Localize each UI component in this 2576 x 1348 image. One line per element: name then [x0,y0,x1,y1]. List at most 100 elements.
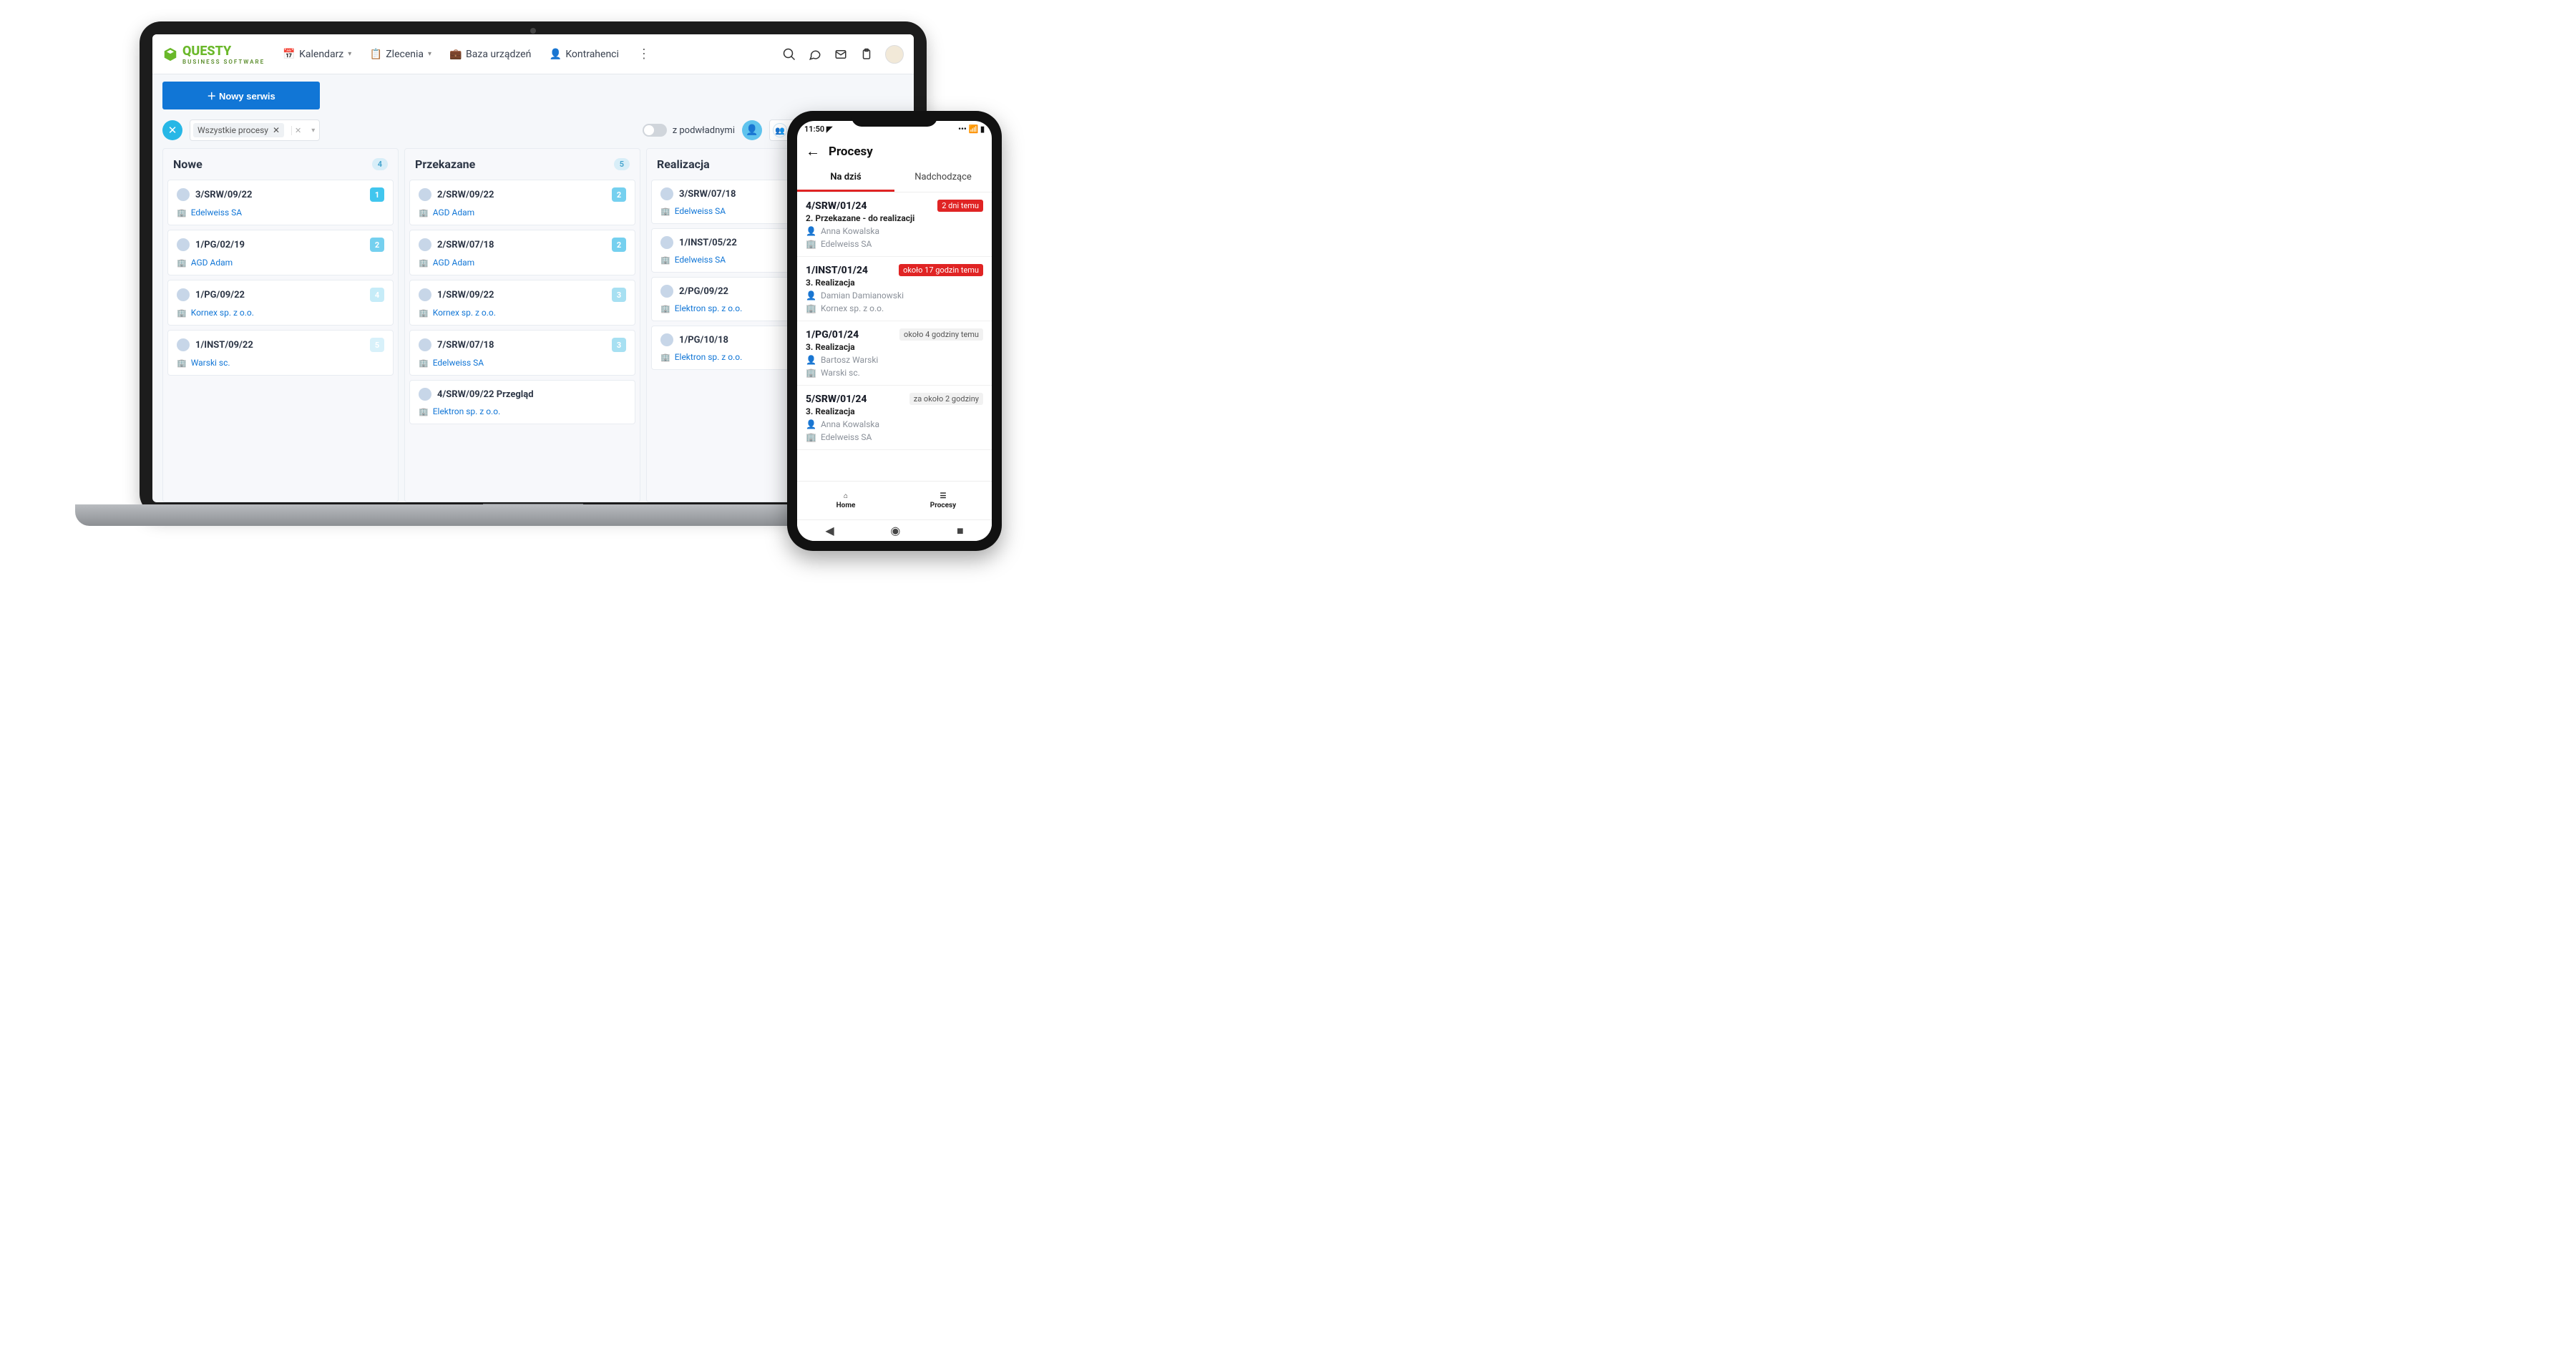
clear-filters-button[interactable]: ✕ [162,120,182,140]
tab-upcoming[interactable]: Nadchodzące [894,165,992,192]
mobile-process-list[interactable]: 4/SRW/01/24 2 dni temu 2. Przekazane - d… [797,192,992,481]
kanban-card[interactable]: 1/PG/09/22 4 🏢 Kornex sp. z o.o. [167,280,394,326]
kanban-column: Nowe4 3/SRW/09/22 1 🏢 Edelweiss SA 1/PG/… [162,148,399,502]
process-person: Anna Kowalska [821,419,879,429]
process-filter[interactable]: Wszystkie procesy ✕ ✕ ▾ [190,119,320,141]
building-icon: 🏢 [660,353,670,362]
briefcase-icon: 💼 [450,49,462,60]
list-icon: ☰ [940,492,947,500]
back-icon[interactable]: ← [806,142,820,160]
bottom-nav: ⌂ Home ☰ Procesy [797,481,992,519]
search-icon[interactable] [782,47,796,62]
card-company[interactable]: Elektron sp. z o.o. [675,303,743,313]
process-id: 5/SRW/01/24 [806,394,867,405]
home-icon: ⌂ [844,492,848,500]
assignee-avatar [660,285,673,298]
kanban-card[interactable]: 1/PG/02/19 2 🏢 AGD Adam [167,230,394,275]
building-icon: 🏢 [177,358,187,368]
mobile-app: 11:50 ◤ ••• 📶 ▮ ← Procesy Na dziś Nadcho… [797,121,992,541]
column-header[interactable]: Przekazane5 [405,149,640,180]
subordinates-toggle[interactable]: z podwładnymi [643,124,735,137]
process-item[interactable]: 1/PG/01/24 około 4 godziny temu 3. Reali… [797,321,992,386]
nav-contractors[interactable]: 👤 Kontrahenci [550,47,619,62]
assignee-avatar [419,188,431,201]
mobile-title: Procesy [829,145,873,159]
mobile-tabs: Na dziś Nadchodzące [797,165,992,192]
user-avatar[interactable] [885,45,904,64]
android-nav-bar: ◀ ◉ ■ [797,519,992,541]
process-item[interactable]: 5/SRW/01/24 za około 2 godziny 3. Realiz… [797,386,992,450]
card-company[interactable]: Warski sc. [191,358,230,368]
user-filter-1[interactable]: 👤 [742,120,762,140]
android-recents-icon[interactable]: ■ [957,524,964,538]
bottom-nav-procesy-label: Procesy [930,502,956,509]
process-status: 3. Realizacja [806,406,983,416]
kanban-card[interactable]: 3/SRW/09/22 1 🏢 Edelweiss SA [167,180,394,225]
assignee-avatar [177,238,190,251]
phone-mock: 11:50 ◤ ••• 📶 ▮ ← Procesy Na dziś Nadcho… [787,111,1002,551]
building-icon: 🏢 [660,207,670,216]
close-icon[interactable]: ✕ [273,125,280,135]
card-company[interactable]: Edelweiss SA [191,207,242,218]
kanban-card[interactable]: 1/SRW/09/22 3 🏢 Kornex sp. z o.o. [409,280,635,326]
bottom-nav-procesy[interactable]: ☰ Procesy [894,482,992,519]
status-time: 11:50 [804,124,824,134]
kanban-card[interactable]: 4/SRW/09/22 Przegląd 🏢 Elektron sp. z o.… [409,380,635,424]
card-id: 1/INST/09/22 [195,340,253,351]
kanban-card[interactable]: 7/SRW/07/18 3 🏢 Edelweiss SA [409,330,635,376]
column-cards: 3/SRW/09/22 1 🏢 Edelweiss SA 1/PG/02/19 … [163,180,398,381]
time-badge: 2 dni temu [937,200,983,212]
card-company[interactable]: Edelweiss SA [675,255,726,265]
nav-calendar[interactable]: 📅 Kalendarz ▾ [283,47,351,62]
column-header[interactable]: Nowe4 [163,149,398,180]
card-company[interactable]: AGD Adam [191,258,233,268]
mobile-header: ← Procesy [797,135,992,165]
card-company[interactable]: AGD Adam [433,207,474,218]
new-service-button[interactable]: ＋ Nowy serwis [162,82,320,109]
card-company[interactable]: Edelweiss SA [675,206,726,216]
group-icon: 👥 [773,123,787,137]
assignee-avatar [660,333,673,346]
card-company[interactable]: Kornex sp. z o.o. [191,308,254,318]
card-company[interactable]: AGD Adam [433,258,474,268]
clipboard-icon[interactable] [859,47,874,62]
chat-icon[interactable] [808,47,822,62]
laptop-camera [530,28,536,34]
process-item[interactable]: 1/INST/01/24 około 17 godzin temu 3. Rea… [797,257,992,321]
clear-icon[interactable]: ✕ [291,126,304,135]
building-icon: 🏢 [177,308,187,318]
bottom-nav-home[interactable]: ⌂ Home [797,482,894,519]
tab-today[interactable]: Na dziś [797,165,894,192]
card-company[interactable]: Elektron sp. z o.o. [675,352,743,362]
kanban-card[interactable]: 2/SRW/07/18 2 🏢 AGD Adam [409,230,635,275]
app-logo[interactable]: QUESTY BUSINESS SOFTWARE [162,44,265,65]
card-id: 2/PG/09/22 [679,286,728,297]
assignee-avatar [660,187,673,200]
switch[interactable] [643,124,667,137]
card-company[interactable]: Edelweiss SA [433,358,484,368]
chevron-down-icon[interactable]: ▾ [308,127,315,135]
process-company: Edelweiss SA [821,239,872,249]
time-badge: około 4 godziny temu [899,328,983,341]
mail-icon[interactable] [834,47,848,62]
assignee-avatar [177,188,190,201]
process-item[interactable]: 4/SRW/01/24 2 dni temu 2. Przekazane - d… [797,192,992,257]
android-back-icon[interactable]: ◀ [825,524,834,537]
nav-devices[interactable]: 💼 Baza urządzeń [450,47,531,62]
kanban-card[interactable]: 2/SRW/09/22 2 🏢 AGD Adam [409,180,635,225]
card-id: 1/SRW/09/22 [437,290,494,301]
android-home-icon[interactable]: ◉ [890,524,900,537]
card-company[interactable]: Kornex sp. z o.o. [433,308,496,318]
nav-orders[interactable]: 📋 Zlecenia ▾ [370,47,431,62]
building-icon: 🏢 [660,304,670,313]
process-person: Bartosz Warski [821,355,878,365]
building-icon: 🏢 [177,258,187,268]
building-icon: 🏢 [419,358,429,368]
card-company[interactable]: Elektron sp. z o.o. [433,406,501,416]
user-icon: 👤 [550,49,561,60]
priority-badge: 4 [370,288,384,302]
nav-more[interactable]: ⋮ [638,47,650,62]
kanban-card[interactable]: 1/INST/09/22 5 🏢 Warski sc. [167,330,394,376]
column-cards: 2/SRW/09/22 2 🏢 AGD Adam 2/SRW/07/18 2 🏢… [405,180,640,430]
toggle-label: z podwładnymi [673,125,735,136]
